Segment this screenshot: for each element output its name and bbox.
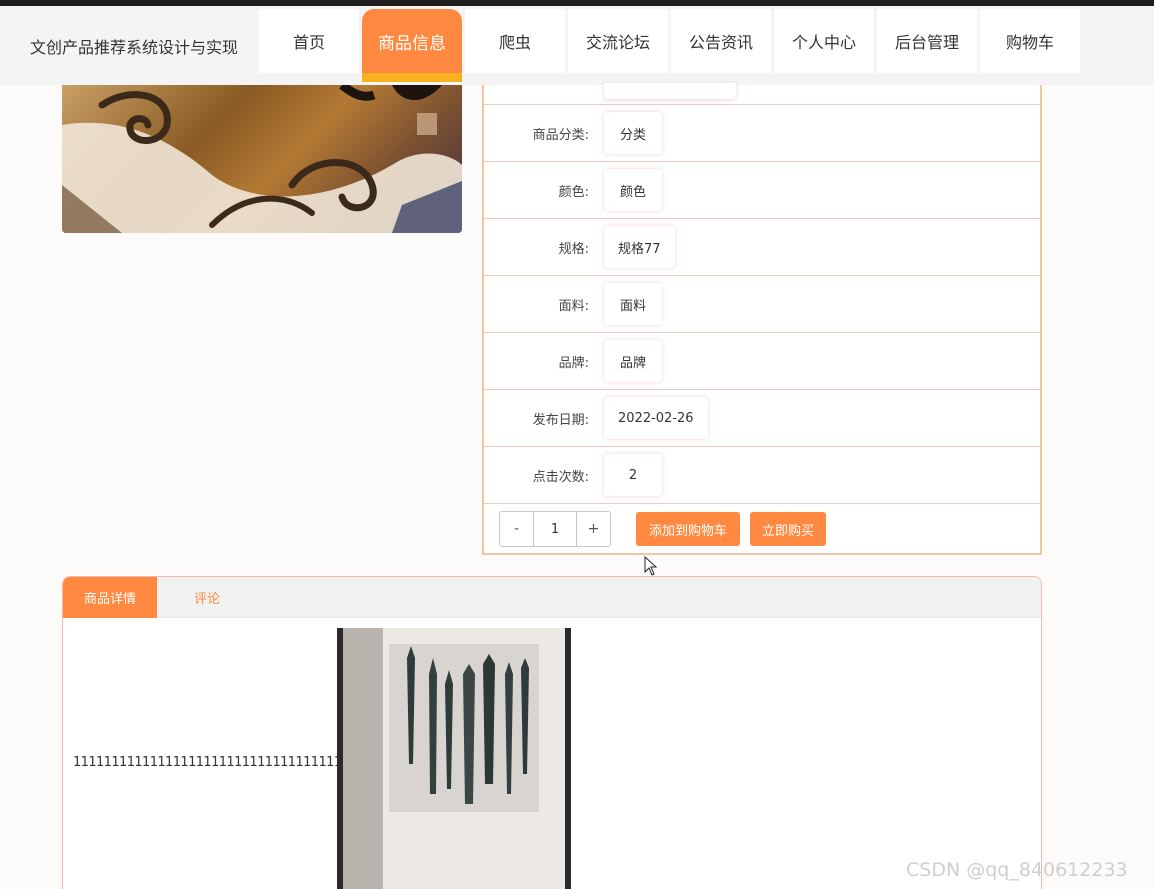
info-label: 发布日期: (532, 412, 589, 428)
info-value: 规格77 (604, 226, 675, 268)
info-value: 2 (604, 454, 662, 496)
info-label: 颜色: (558, 184, 589, 200)
info-value: 面料 (604, 283, 662, 325)
info-value: 分类 (604, 112, 662, 154)
product-detail-image (337, 628, 571, 889)
info-label: 面料: (558, 298, 589, 314)
info-value: 颜色 (604, 169, 662, 211)
purchase-actions: - 1 + 添加到购物车 立即购买 (484, 505, 1040, 553)
buy-now-button[interactable]: 立即购买 (750, 512, 826, 546)
info-row-brand: 品牌: 品牌 (484, 333, 1040, 390)
info-label: 规格: (558, 241, 589, 257)
quantity-increase-button[interactable]: + (577, 512, 610, 546)
add-to-cart-button[interactable]: 添加到购物车 (636, 512, 740, 546)
nav-item-home[interactable]: 首页 (259, 9, 359, 73)
nav-item-product-info[interactable]: 商品信息 (362, 9, 462, 82)
product-detail-text: 1111111111111111111111111111111111111 (73, 755, 357, 770)
quantity-input[interactable]: 1 (533, 512, 577, 546)
mouse-cursor-icon (644, 556, 658, 576)
info-row-category: 商品分类: 分类 (484, 105, 1040, 162)
info-label: 点击次数: (532, 469, 589, 485)
watermark: CSDN @qq_840612233 (906, 859, 1128, 881)
info-label: 商品分类: (532, 127, 589, 143)
tab-comments[interactable]: 评论 (157, 577, 257, 618)
info-value-partial (604, 83, 736, 99)
tools-illustration (407, 646, 529, 804)
info-label: 品牌: (558, 355, 589, 371)
info-row-color: 颜色: 颜色 (484, 162, 1040, 219)
info-row-publish-date: 发布日期: 2022-02-26 (484, 390, 1040, 447)
cloud-pattern-artwork (62, 85, 462, 233)
info-row-fabric: 面料: 面料 (484, 276, 1040, 333)
tabs-bar: 商品详情 评论 (63, 577, 1041, 618)
book-page-left (343, 628, 383, 889)
product-info-panel: 商品分类: 分类 颜色: 颜色 规格: 规格77 面料: 面料 品牌: 品牌 发… (482, 83, 1042, 555)
site-title: 文创产品推荐系统设计与实现 (29, 37, 238, 57)
info-row-partial (484, 48, 1040, 105)
info-row-spec: 规格: 规格77 (484, 219, 1040, 276)
book-page-right (383, 628, 565, 889)
info-value: 2022-02-26 (604, 397, 708, 439)
page: 文创产品推荐系统设计与实现 首页 商品信息 爬虫 交流论坛 公告资讯 个人中心 … (0, 0, 1154, 889)
product-tabs-panel: 商品详情 评论 11111111111111111111111111111111… (62, 576, 1042, 889)
artifact-photo (389, 644, 539, 812)
info-row-click-count: 点击次数: 2 (484, 447, 1040, 504)
quantity-decrease-button[interactable]: - (500, 512, 533, 546)
product-image (62, 85, 462, 233)
info-value: 品牌 (604, 340, 662, 382)
quantity-stepper: - 1 + (499, 511, 611, 547)
tab-product-details[interactable]: 商品详情 (63, 577, 157, 618)
